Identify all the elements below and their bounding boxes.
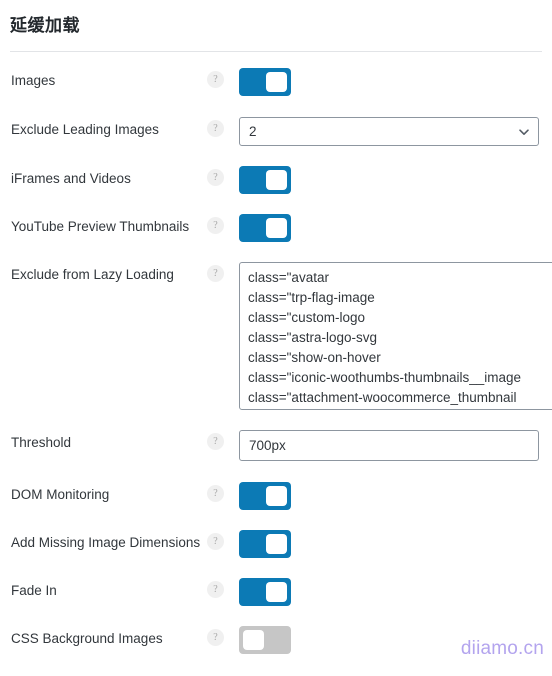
help-cell: ? [207,166,239,186]
setting-label: Exclude Leading Images [11,122,159,137]
setting-label: Fade In [11,583,57,598]
help-cell: ? [207,68,239,88]
setting-label: Add Missing Image Dimensions [11,535,201,550]
help-cell: ? [207,214,239,234]
toggle-css-background-images[interactable] [239,626,291,654]
help-icon[interactable]: ? [207,485,224,502]
help-icon[interactable]: ? [207,169,224,186]
help-icon[interactable]: ? [207,533,224,550]
setting-label: Exclude from Lazy Loading [11,267,174,282]
control-cell [239,68,552,96]
help-icon[interactable]: ? [207,265,224,282]
input-threshold[interactable]: 700px [239,430,539,461]
toggle-youtube-preview-thumbnails[interactable] [239,214,291,242]
setting-label: CSS Background Images [11,631,163,646]
setting-row-exclude-from-lazy-loading: Exclude from Lazy Loading ? class="avata… [0,262,552,410]
control-cell [239,578,552,606]
help-icon[interactable]: ? [207,581,224,598]
help-icon[interactable]: ? [207,629,224,646]
control-cell: 700px [239,430,552,461]
chevron-down-icon [519,128,529,135]
textarea-exclude-from-lazy-loading[interactable]: class="avatar class="trp-flag-image clas… [239,262,552,410]
setting-label: YouTube Preview Thumbnails [11,219,190,234]
setting-row-images: Images ? [0,68,552,96]
setting-row-threshold: Threshold ? 700px [0,430,552,461]
help-icon[interactable]: ? [207,71,224,88]
toggle-add-missing-image-dimensions[interactable] [239,530,291,558]
setting-row-iframes-and-videos: iFrames and Videos ? [0,166,552,194]
control-cell [239,214,552,242]
toggle-knob [266,534,287,554]
toggle-fade-in[interactable] [239,578,291,606]
toggle-knob [266,170,287,190]
help-cell: ? [207,578,239,598]
toggle-knob [266,72,287,92]
toggle-dom-monitoring[interactable] [239,482,291,510]
toggle-knob [243,630,264,650]
help-cell: ? [207,530,239,550]
setting-row-add-missing-image-dimensions: Add Missing Image Dimensions ? [0,530,552,558]
title-divider [10,51,542,52]
setting-label: iFrames and Videos [11,171,131,186]
lazyload-settings-panel: 延缓加载 Images ? Exclude Leading Images ? 2 [0,0,552,659]
help-cell: ? [207,482,239,502]
toggle-knob [266,218,287,238]
toggle-images[interactable] [239,68,291,96]
select-exclude-leading-images[interactable]: 2 [239,117,539,146]
setting-row-youtube-preview-thumbnails: YouTube Preview Thumbnails ? [0,214,552,242]
control-cell [239,166,552,194]
toggle-knob [266,582,287,602]
control-cell [239,482,552,510]
site-watermark: diiamo.cn [460,638,544,659]
help-icon[interactable]: ? [207,217,224,234]
toggle-knob [266,486,287,506]
toggle-iframes-and-videos[interactable] [239,166,291,194]
page-title: 延缓加载 [10,16,80,35]
help-cell: ? [207,117,239,137]
help-icon[interactable]: ? [207,120,224,137]
setting-row-dom-monitoring: DOM Monitoring ? [0,482,552,510]
control-cell: class="avatar class="trp-flag-image clas… [239,262,552,410]
control-cell: 2 [239,117,552,146]
setting-row-fade-in: Fade In ? [0,578,552,606]
help-cell: ? [207,262,239,282]
setting-label: Threshold [11,435,72,450]
select-value: 2 [249,124,257,139]
help-cell: ? [207,430,239,450]
control-cell [239,530,552,558]
help-cell: ? [207,626,239,646]
setting-row-exclude-leading-images: Exclude Leading Images ? 2 [0,117,552,146]
setting-label: Images [11,73,56,88]
help-icon[interactable]: ? [207,433,224,450]
setting-label: DOM Monitoring [11,487,110,502]
